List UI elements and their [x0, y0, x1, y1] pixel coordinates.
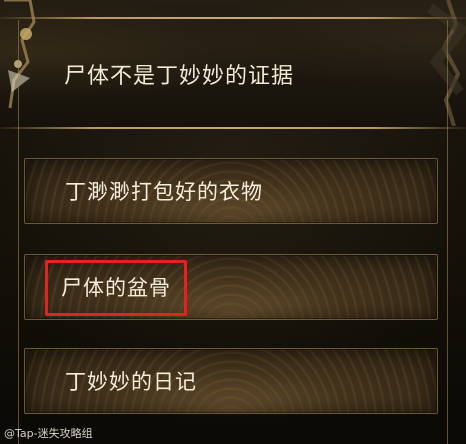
frame-right-line [447, 20, 448, 444]
answer-option-clothes[interactable]: 丁渺渺打包好的衣物 [24, 158, 438, 224]
watermark-text: @Tap-迷失攻略组 [4, 427, 93, 440]
answer-highlight-box [45, 260, 187, 316]
question-divider [0, 127, 466, 129]
game-scene: 尸体不是丁妙妙的证据 丁渺渺打包好的衣物 尸体的盆骨 丁妙妙的日记 @Tap-迷… [0, 0, 466, 444]
top-divider [0, 17, 466, 19]
frame-left-line [18, 20, 19, 444]
answer-option-label: 丁妙妙的日记 [65, 370, 197, 394]
question-title: 尸体不是丁妙妙的证据 [64, 64, 295, 89]
answer-option-label: 丁渺渺打包好的衣物 [65, 180, 263, 204]
answer-option-diary[interactable]: 丁妙妙的日记 [24, 348, 438, 414]
